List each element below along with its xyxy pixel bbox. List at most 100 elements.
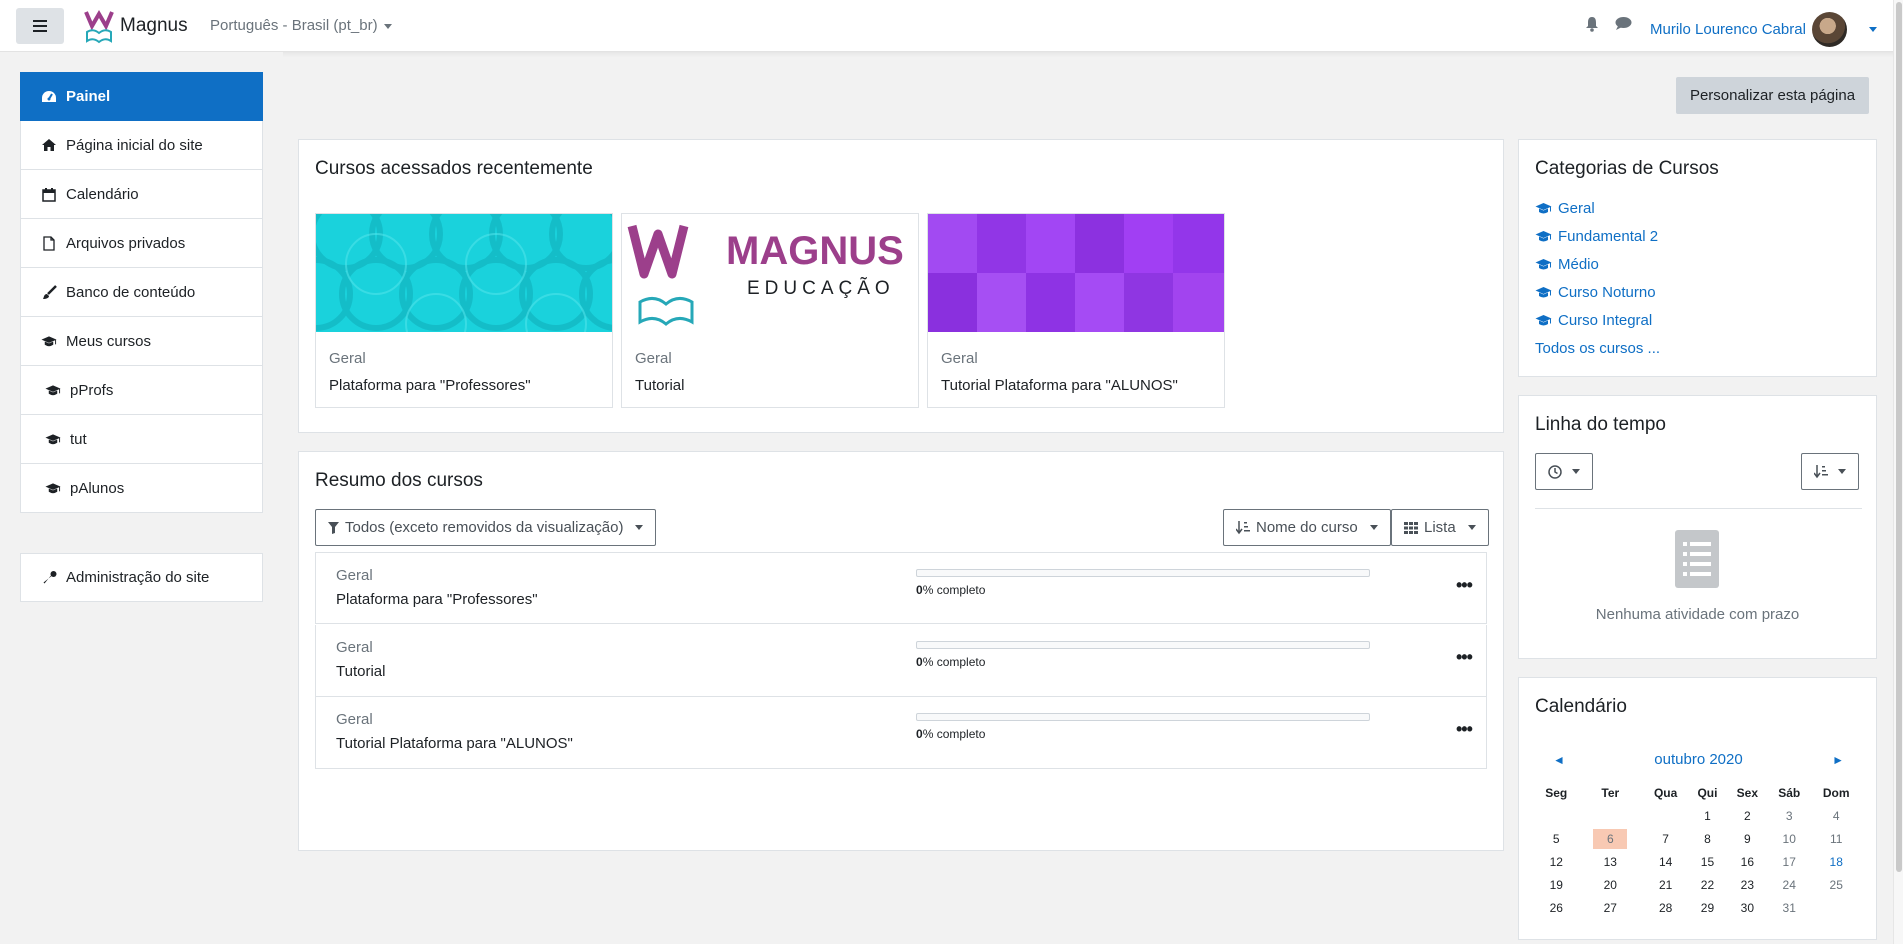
calendar-day[interactable]: 23 [1727,873,1768,896]
scrollbar-thumb[interactable] [1896,2,1902,872]
calendar-day[interactable]: 4 [1810,804,1862,827]
course-card[interactable]: Geral Plataforma para "Professores" [315,213,613,408]
filter-dropdown[interactable]: Todos (exceto removidos da visualização) [315,509,657,546]
clock-icon [1548,464,1562,479]
nav-item-course-palunos[interactable]: pAlunos [20,464,263,513]
wrench-icon [41,570,57,586]
hamburger-icon [33,20,47,32]
calendar-month-link[interactable]: outubro 2020 [1654,751,1742,768]
course-category: Geral [336,567,373,584]
brand-link[interactable]: Magnus [84,8,188,44]
calendar-day[interactable]: 16 [1727,850,1768,873]
timeline-sort-dropdown[interactable] [1801,453,1859,490]
nav-drawer: Painel Página inicial do site Calendário… [0,52,283,944]
course-row: Geral Plataforma para "Professores" 0% c… [315,552,1487,624]
nav-item-painel[interactable]: Painel [20,72,263,121]
calendar-day[interactable]: 31 [1768,896,1810,919]
course-image: MAGNUS EDUCAÇÃO [622,214,918,332]
all-courses-link[interactable]: Todos os cursos ... [1535,340,1660,357]
course-category: Geral [329,350,366,367]
category-link[interactable]: Médio [1535,256,1599,273]
calendar-day[interactable]: 1 [1688,804,1727,827]
calendar-day [1643,804,1688,827]
previous-month-icon[interactable]: ◄ [1553,753,1565,767]
grid-icon [1404,521,1418,534]
category-link[interactable]: Curso Integral [1535,312,1652,329]
calendar-day[interactable]: 8 [1688,827,1727,850]
page-scrollbar[interactable] [1893,0,1903,944]
calendar-day[interactable]: 27 [1577,896,1643,919]
chevron-down-icon [383,23,392,29]
customize-page-button[interactable]: Personalizar esta página [1676,77,1869,114]
user-menu[interactable]: Murilo Lourenco Cabral [1650,12,1877,47]
course-link[interactable]: Plataforma para "Professores" [336,591,538,608]
calendar-day[interactable]: 17 [1768,850,1810,873]
calendar-day[interactable]: 29 [1688,896,1727,919]
calendar-weekday: Sáb [1778,786,1801,800]
graduation-cap-icon [1535,315,1552,326]
course-link[interactable]: Tutorial [336,663,385,680]
calendar-day[interactable]: 5 [1535,827,1577,850]
course-card[interactable]: MAGNUS EDUCAÇÃO Geral Tutorial [621,213,919,408]
course-category: Geral [635,350,672,367]
file-icon [41,235,57,251]
course-actions-menu[interactable]: ••• [1456,575,1473,596]
view-dropdown[interactable]: Lista [1391,509,1489,546]
bell-icon[interactable] [1585,16,1599,32]
calendar-day[interactable]: 6 [1577,827,1643,850]
calendar-day[interactable]: 30 [1727,896,1768,919]
graduation-cap-icon [1535,203,1552,214]
course-row: Geral Tutorial Plataforma para "ALUNOS" … [315,697,1487,769]
nav-item-home[interactable]: Página inicial do site [20,121,263,170]
calendar-day[interactable]: 20 [1577,873,1643,896]
timeline-filter-dropdown[interactable] [1535,453,1593,490]
nav-item-course-pprofs[interactable]: pProfs [20,366,263,415]
course-actions-menu[interactable]: ••• [1456,647,1473,668]
nav-item-content-bank[interactable]: Banco de conteúdo [20,268,263,317]
calendar-day[interactable]: 2 [1727,804,1768,827]
block-title: Linha do tempo [1535,414,1666,435]
course-category: Geral [336,711,373,728]
chat-icon[interactable] [1615,16,1632,31]
nav-item-private-files[interactable]: Arquivos privados [20,219,263,268]
calendar-weekday: Sex [1736,786,1759,800]
calendar-day[interactable]: 28 [1643,896,1688,919]
calendar-day[interactable]: 12 [1535,850,1577,873]
brush-icon [41,284,57,300]
calendar-day[interactable]: 26 [1535,896,1577,919]
course-card[interactable]: Geral Tutorial Plataforma para "ALUNOS" [927,213,1225,408]
drawer-toggle-button[interactable] [16,8,64,44]
calendar-day[interactable]: 13 [1577,850,1643,873]
calendar-day[interactable]: 25 [1810,873,1862,896]
chevron-down-icon [1467,525,1476,530]
progress-text: 0% completo [916,655,986,669]
calendar-day[interactable]: 24 [1768,873,1810,896]
calendar-day[interactable]: 19 [1535,873,1577,896]
course-actions-menu[interactable]: ••• [1456,719,1473,740]
chevron-down-icon [1868,27,1877,32]
calendar-day[interactable]: 3 [1768,804,1810,827]
calendar-day[interactable]: 18 [1810,850,1862,873]
calendar-day[interactable]: 15 [1688,850,1727,873]
sort-dropdown[interactable]: Nome do curso [1223,509,1391,546]
nav-item-site-admin[interactable]: Administração do site [20,553,263,602]
next-month-icon[interactable]: ► [1832,753,1844,767]
calendar-day[interactable]: 11 [1810,827,1862,850]
calendar-day[interactable]: 10 [1768,827,1810,850]
nav-item-my-courses[interactable]: Meus cursos [20,317,263,366]
category-link[interactable]: Fundamental 2 [1535,228,1658,245]
calendar-day[interactable]: 22 [1688,873,1727,896]
nav-item-course-tut[interactable]: tut [20,415,263,464]
language-menu[interactable]: Português - Brasil (pt_br) [210,17,392,34]
course-link[interactable]: Tutorial Plataforma para "ALUNOS" [336,735,573,752]
calendar-day[interactable]: 14 [1643,850,1688,873]
calendar-day[interactable]: 7 [1643,827,1688,850]
category-link[interactable]: Geral [1535,200,1595,217]
calendar-day[interactable]: 9 [1727,827,1768,850]
nav-item-calendar[interactable]: Calendário [20,170,263,219]
nav-list: Painel Página inicial do site Calendário… [20,72,263,513]
calendar-day[interactable]: 21 [1643,873,1688,896]
calendar-weekday: Ter [1601,786,1620,800]
logo-text-main: MAGNUS [726,229,904,273]
category-link[interactable]: Curso Noturno [1535,284,1656,301]
